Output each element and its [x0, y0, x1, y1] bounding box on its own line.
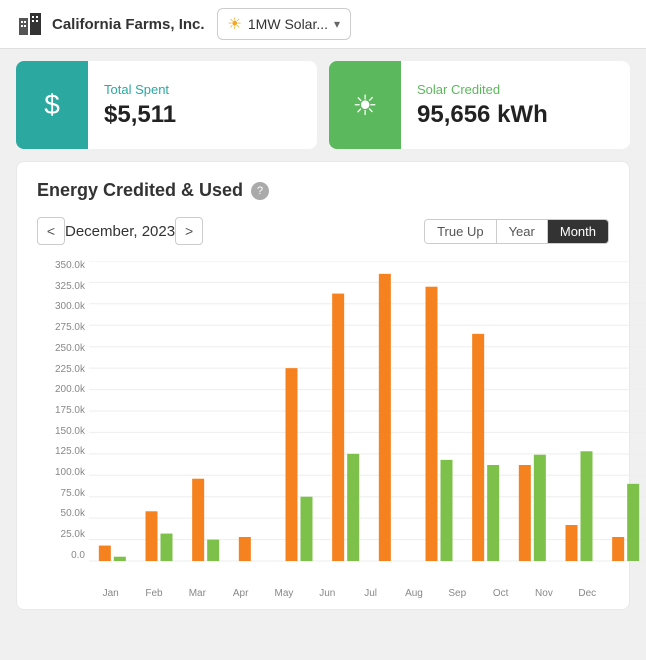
bar-green	[301, 497, 313, 561]
bar-green	[161, 534, 173, 561]
month-label: Jul	[349, 588, 392, 599]
bar-orange	[192, 479, 204, 561]
bar-orange	[332, 294, 344, 561]
bar-chart	[89, 261, 646, 581]
grid-lines	[89, 261, 646, 561]
solar-credited-card: ☀ Solar Credited 95,656 kWh	[329, 61, 630, 149]
bar-orange	[472, 334, 484, 561]
trueup-view-button[interactable]: True Up	[425, 220, 496, 243]
month-label: Feb	[132, 588, 175, 599]
month-label: Jan	[89, 588, 132, 599]
bar-orange	[519, 465, 531, 561]
solar-credited-value: 95,656 kWh	[417, 101, 614, 129]
prev-button[interactable]: <	[37, 217, 65, 245]
sun-icon: ☀	[228, 14, 242, 34]
chart-title: Energy Credited & Used	[37, 180, 243, 201]
month-labels: JanFebMarAprMayJunJulAugSepOctNovDec	[89, 588, 609, 599]
chevron-down-icon: ▾	[334, 17, 340, 31]
building-icon	[16, 10, 44, 38]
bar-green	[114, 557, 126, 561]
site-selector[interactable]: ☀ 1MW Solar... ▾	[217, 8, 352, 40]
site-name: 1MW Solar...	[248, 16, 328, 32]
month-label: Sep	[436, 588, 479, 599]
solar-icon: ☀	[329, 61, 401, 149]
bar-green	[627, 484, 639, 561]
chart-area: 350.0k 325.0k 300.0k 275.0k 250.0k 225.0…	[37, 261, 609, 599]
bar-green	[207, 540, 219, 561]
y-axis-labels: 350.0k 325.0k 300.0k 275.0k 250.0k 225.0…	[37, 261, 85, 561]
solar-credited-label: Solar Credited	[417, 82, 614, 97]
help-icon[interactable]: ?	[251, 182, 269, 200]
bar-green	[487, 465, 499, 561]
solar-credited-body: Solar Credited 95,656 kWh	[401, 70, 630, 141]
year-view-button[interactable]: Year	[497, 220, 548, 243]
bar-orange	[99, 546, 111, 561]
bar-green	[534, 455, 546, 561]
bar-orange	[566, 525, 578, 561]
bar-green	[347, 454, 359, 561]
month-label: Apr	[219, 588, 262, 599]
chart-nav-row: < December, 2023 > True Up Year Month	[37, 217, 609, 245]
month-label: Aug	[392, 588, 435, 599]
bar-orange	[286, 368, 298, 561]
view-buttons: True Up Year Month	[424, 219, 609, 244]
app-header: California Farms, Inc. ☀ 1MW Solar... ▾	[0, 0, 646, 49]
month-label: Oct	[479, 588, 522, 599]
total-spent-label: Total Spent	[104, 82, 301, 97]
bar-orange	[379, 274, 391, 561]
month-label: Mar	[176, 588, 219, 599]
bar-orange	[612, 537, 624, 561]
month-label: May	[262, 588, 305, 599]
company-logo: California Farms, Inc.	[16, 10, 205, 38]
month-label: Nov	[522, 588, 565, 599]
total-spent-body: Total Spent $5,511	[88, 70, 317, 141]
chart-section: Energy Credited & Used ? < December, 202…	[16, 161, 630, 610]
bar-green	[441, 460, 453, 561]
next-button[interactable]: >	[175, 217, 203, 245]
dollar-icon: $	[16, 61, 88, 149]
month-view-button[interactable]: Month	[548, 220, 608, 243]
chart-header: Energy Credited & Used ?	[37, 180, 609, 201]
total-spent-card: $ Total Spent $5,511	[16, 61, 317, 149]
total-spent-value: $5,511	[104, 101, 301, 129]
month-label: Dec	[566, 588, 609, 599]
month-label: Jun	[306, 588, 349, 599]
cards-row: $ Total Spent $5,511 ☀ Solar Credited 95…	[0, 49, 646, 161]
bar-green	[581, 451, 593, 561]
company-name: California Farms, Inc.	[52, 16, 205, 33]
bar-orange	[239, 537, 251, 561]
bar-orange	[146, 511, 158, 561]
bar-orange	[426, 287, 438, 561]
chart-date: December, 2023	[65, 223, 175, 240]
